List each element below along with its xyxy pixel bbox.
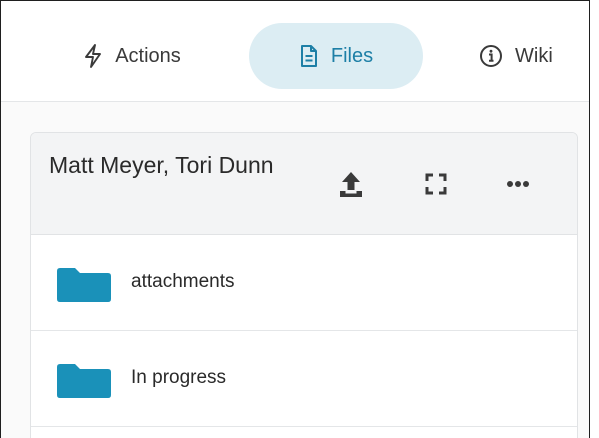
more-options-button[interactable] (501, 167, 535, 201)
expand-icon (425, 173, 447, 195)
folder-name: In progress (131, 367, 227, 388)
folder-icon (57, 364, 111, 398)
folder-row-in-progress[interactable]: In progress (31, 331, 577, 427)
tab-files[interactable]: Files (249, 23, 423, 89)
lightning-icon (85, 44, 102, 68)
files-panel: Matt Meyer, Tori Dunn attachments In pro… (30, 132, 578, 438)
tab-bar: Actions Files Wiki (1, 1, 589, 102)
folder-icon (57, 268, 111, 302)
tab-actions[interactable]: Actions (47, 23, 217, 89)
tab-wiki-label: Wiki (515, 44, 553, 67)
folder-name: attachments (131, 271, 235, 292)
expand-button[interactable] (419, 167, 453, 201)
folder-row-attachments[interactable]: attachments (31, 235, 577, 331)
tab-actions-label: Actions (115, 44, 181, 67)
panel-header: Matt Meyer, Tori Dunn (31, 133, 577, 235)
info-icon (480, 45, 502, 67)
tab-files-label: Files (330, 44, 374, 67)
upload-button[interactable] (334, 167, 368, 201)
upload-icon (340, 172, 362, 197)
tab-wiki[interactable]: Wiki (455, 23, 589, 89)
files-window: Actions Files Wiki Matt Meyer, Tori Dunn (0, 0, 590, 438)
more-icon (507, 181, 529, 187)
document-icon (300, 45, 317, 67)
panel-title: Matt Meyer, Tori Dunn (49, 152, 274, 178)
